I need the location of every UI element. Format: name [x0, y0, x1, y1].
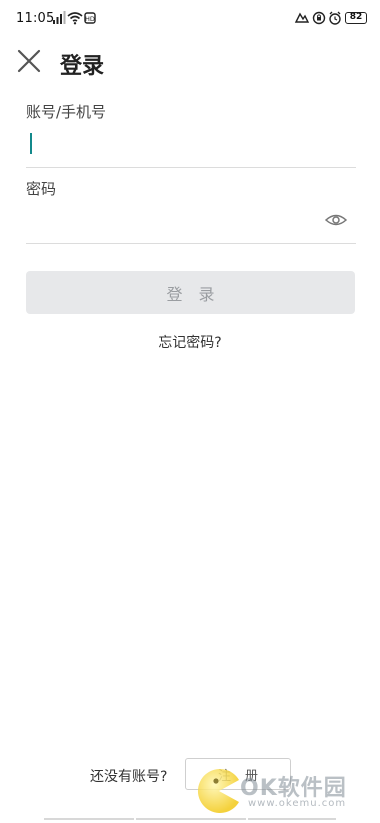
watermark-url: www.okemu.com — [248, 798, 347, 809]
account-label: 账号/手机号 — [26, 103, 107, 121]
password-input[interactable] — [26, 202, 316, 238]
no-account-text: 还没有账号? — [90, 769, 168, 785]
eye-icon[interactable] — [325, 211, 347, 229]
alarm-icon — [329, 11, 341, 25]
login-button[interactable]: 登录 — [26, 271, 355, 314]
register-button[interactable]: 注册 — [185, 758, 291, 790]
password-divider — [26, 243, 356, 244]
password-label: 密码 — [26, 180, 57, 198]
battery-icon: 82 — [345, 12, 367, 24]
status-bar: 11:05 HD 82 — [0, 0, 380, 36]
status-time: 11:05 — [16, 11, 55, 26]
svg-text:HD: HD — [85, 15, 95, 23]
hd-icon: HD — [84, 12, 96, 24]
vpn-icon — [312, 11, 326, 25]
forgot-password-link[interactable]: 忘记密码? — [0, 332, 380, 352]
text-cursor — [30, 133, 32, 154]
page-title: 登录 — [60, 54, 105, 79]
signal-icon — [53, 11, 66, 24]
hotspot-icon — [294, 12, 310, 23]
close-icon[interactable] — [14, 46, 44, 76]
account-divider — [26, 167, 356, 168]
wifi-icon — [67, 12, 83, 25]
account-input[interactable] — [26, 126, 356, 162]
bottom-nav-bar — [0, 818, 380, 820]
